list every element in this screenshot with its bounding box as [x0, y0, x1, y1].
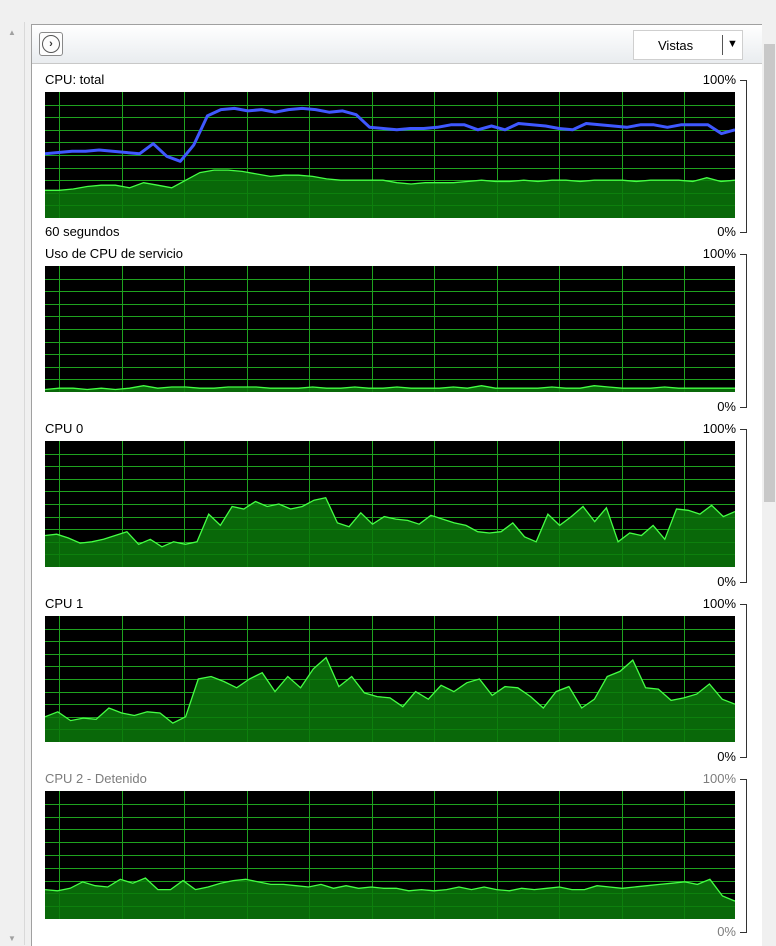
axis-bracket	[746, 254, 747, 407]
left-scrollbar[interactable]: ▲ ▼	[0, 22, 25, 945]
graph-min-label: 0%	[717, 924, 736, 939]
graph-title: CPU 1	[45, 596, 84, 611]
axis-bracket	[746, 779, 747, 932]
scroll-up-arrow-icon[interactable]: ▲	[8, 28, 16, 37]
cpu-total-chart	[45, 92, 735, 218]
axis-bracket	[746, 429, 747, 582]
cpu-2-chart	[45, 791, 735, 919]
views-dropdown-button[interactable]: Vistas ▼	[633, 30, 743, 60]
axis-bracket	[746, 604, 747, 757]
graph-plot	[45, 616, 735, 742]
axis-bracket	[746, 80, 747, 232]
scroll-down-arrow-icon[interactable]: ▼	[8, 934, 16, 943]
graph-plot	[45, 791, 735, 919]
axis-bracket-top	[740, 254, 747, 255]
right-scrollbar[interactable]	[763, 40, 776, 945]
axis-bracket-bottom	[740, 407, 747, 408]
axis-bracket-top	[740, 779, 747, 780]
graph-min-label: 0%	[717, 224, 736, 239]
grid-lines	[45, 266, 735, 392]
total-cpu-line	[45, 106, 735, 163]
cpu-1-chart	[45, 616, 735, 742]
axis-bracket-bottom	[740, 932, 747, 933]
axis-bracket-bottom	[740, 582, 747, 583]
graph-title: CPU: total	[45, 72, 105, 87]
cpu-0-chart	[45, 441, 735, 567]
graph-title: Uso de CPU de servicio	[45, 246, 183, 261]
graph-max-label: 100%	[702, 72, 736, 87]
axis-bracket-bottom	[740, 232, 747, 233]
graph-max-label: 100%	[702, 421, 736, 436]
graph-duration-label: 60 segundos	[45, 224, 120, 239]
graph-max-label: 100%	[702, 596, 736, 611]
series-area	[45, 170, 735, 218]
axis-bracket-bottom	[740, 757, 747, 758]
toolbar: › Vistas ▼	[32, 25, 762, 64]
dropdown-arrow-icon[interactable]: ▼	[727, 38, 738, 50]
dropdown-separator	[722, 35, 723, 55]
graph-title: CPU 2 - Detenido	[45, 771, 147, 786]
series-area	[45, 878, 735, 919]
graph-plot	[45, 441, 735, 567]
graph-min-label: 0%	[717, 399, 736, 414]
series-area	[45, 497, 735, 567]
graph-max-label: 100%	[702, 771, 736, 786]
expand-button[interactable]: ›	[39, 32, 63, 56]
chevron-right-icon: ›	[42, 35, 60, 53]
axis-bracket-top	[740, 429, 747, 430]
views-label: Vistas	[658, 38, 694, 53]
scrollbar-thumb[interactable]	[764, 44, 775, 502]
graph-plot	[45, 92, 735, 218]
graph-title: CPU 0	[45, 421, 84, 436]
cpu-service-chart	[45, 266, 735, 392]
axis-bracket-top	[740, 80, 747, 81]
graph-min-label: 0%	[717, 574, 736, 589]
graph-max-label: 100%	[702, 246, 736, 261]
series-area	[45, 657, 735, 742]
graph-plot	[45, 266, 735, 392]
axis-bracket-top	[740, 604, 747, 605]
graph-min-label: 0%	[717, 749, 736, 764]
